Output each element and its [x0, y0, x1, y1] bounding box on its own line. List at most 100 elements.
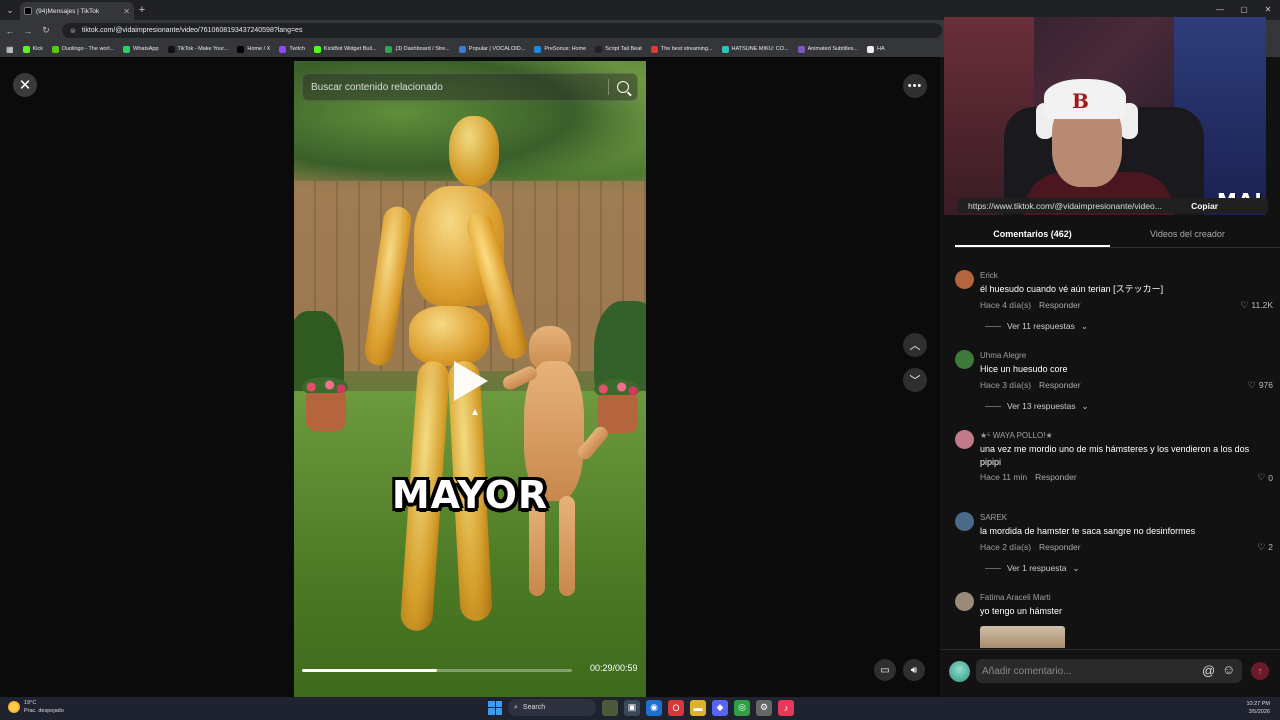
comment-avatar[interactable]: [955, 270, 974, 289]
task-view-icon[interactable]: [602, 699, 618, 716]
taskbar-apps: ⌕ Search ▣ ◉ O ▬ ◆ ◎ ⚙ ♪: [488, 699, 794, 716]
like-button[interactable]: ♡ 0: [1257, 472, 1273, 483]
apps-grid-icon[interactable]: ▦: [6, 45, 14, 54]
opera-icon[interactable]: O: [668, 699, 684, 716]
video-timecode: 00:29/00:59: [590, 663, 638, 673]
mention-icon[interactable]: @: [1202, 663, 1215, 678]
widgets-icon[interactable]: ▣: [624, 699, 640, 716]
like-button[interactable]: ♡ 976: [1248, 380, 1273, 391]
emoji-icon[interactable]: ☺: [1222, 662, 1235, 677]
bookmark-item[interactable]: KickBot Widget Buil...: [313, 45, 376, 53]
mouse-cursor-icon: ▲: [470, 407, 480, 418]
bookmark-item[interactable]: PreSonus: Home: [534, 45, 586, 53]
view-replies-button[interactable]: Ver 1 respuesta ⌄: [985, 563, 1080, 574]
start-button[interactable]: [488, 700, 502, 715]
bookmark-label: HATSUNE MIKU: CO...: [731, 46, 789, 52]
forward-button[interactable]: →: [22, 26, 34, 36]
like-button[interactable]: ♡ 2: [1257, 542, 1273, 553]
edge-icon[interactable]: ◉: [646, 699, 662, 716]
comment-time: Hace 4 día(s): [980, 299, 1032, 310]
bookmark-item[interactable]: Twitch: [279, 45, 305, 53]
volume-button[interactable]: 🔊︎: [903, 659, 925, 681]
comment-author[interactable]: Erick: [980, 271, 998, 280]
video-player[interactable]: ▲ MAYOR Buscar contenido relacionado 00:…: [294, 61, 646, 697]
reply-button[interactable]: Responder: [1039, 542, 1081, 552]
site-info-icon[interactable]: ⊜: [70, 27, 76, 35]
like-button[interactable]: ♡ 11.2K: [1240, 300, 1273, 311]
copy-link-button[interactable]: Copiar: [1191, 201, 1268, 211]
omnibox[interactable]: ⊜ tiktok.com/@vidaimpresionante/video/76…: [62, 23, 942, 38]
comment-item: SAREK la mordida de hamster te saca sangr…: [955, 504, 1275, 584]
comment-item: Uhma Alegre Hice un huesudo core Hace 3 dí…: [955, 342, 1275, 422]
bookmark-item[interactable]: Script Tail Beat: [595, 45, 642, 53]
bookmark-item[interactable]: WhatsApp: [123, 45, 159, 53]
comment-text: yo tengo un hámster: [980, 606, 1063, 616]
bookmark-item[interactable]: Home / X: [237, 45, 270, 53]
bookmark-item[interactable]: HATSUNE MIKU: CO...: [721, 45, 789, 53]
bookmark-item[interactable]: Kick: [22, 45, 43, 53]
bookmark-item[interactable]: TikTok - Make Your...: [167, 45, 228, 53]
comment-text: la mordida de hamster te saca sangre no …: [980, 526, 1196, 536]
system-clock[interactable]: 10:27 PM 3/5/2026: [1246, 700, 1270, 716]
reply-button[interactable]: Responder: [1035, 472, 1077, 482]
bookmark-favicon-icon: [279, 45, 287, 53]
view-replies-button[interactable]: Ver 11 respuestas ⌄: [985, 321, 1088, 332]
comment-avatar[interactable]: [955, 592, 974, 611]
send-comment-button[interactable]: ↑: [1251, 662, 1269, 680]
video-progress-bar[interactable]: [302, 669, 572, 672]
comment-text: una vez me mordio uno de mis hámsteres y…: [980, 444, 1250, 467]
tab-creator-videos[interactable]: Videos del creador: [1110, 224, 1265, 247]
floating-player-button[interactable]: ▭: [874, 659, 896, 681]
like-count: 976: [1258, 380, 1273, 390]
video-pot-left: [306, 393, 346, 431]
new-tab-button[interactable]: +: [134, 4, 150, 16]
heart-icon: ♡: [1257, 541, 1266, 552]
comment-author[interactable]: SAREK: [980, 513, 1007, 522]
like-count: 11.2K: [1251, 300, 1273, 310]
bookmark-item[interactable]: Animated Subtitles...: [797, 45, 858, 53]
comment-author[interactable]: Uhma Alegre: [980, 351, 1026, 360]
bookmark-item[interactable]: (3) Dashboard / Stre...: [385, 45, 450, 53]
tab-search-button[interactable]: ⌄: [0, 0, 20, 20]
comment-avatar[interactable]: [955, 512, 974, 531]
reply-button[interactable]: Responder: [1039, 380, 1081, 390]
view-replies-button[interactable]: Ver 13 respuestas ⌄: [985, 401, 1089, 412]
tiktok-favicon-icon: [24, 7, 32, 15]
bookmark-item[interactable]: HA: [867, 45, 885, 53]
comment-avatar[interactable]: [955, 430, 974, 449]
weather-widget[interactable]: 19°C Prac. despejado: [8, 699, 64, 715]
more-options-button[interactable]: •••: [903, 74, 927, 98]
bookmark-item[interactable]: The best streaming...: [650, 45, 713, 53]
comment-author[interactable]: ★⁵ WAYA POLLO!★: [980, 431, 1053, 440]
back-button[interactable]: ←: [4, 26, 16, 36]
related-search-placeholder: Buscar contenido relacionado: [311, 81, 443, 93]
bookmark-item[interactable]: Duolingo - The worl...: [51, 45, 114, 53]
discord-icon[interactable]: ◆: [712, 699, 728, 716]
settings-gear-icon[interactable]: ⚙: [756, 699, 772, 716]
comment-author[interactable]: Fatima Araceli Marti: [980, 593, 1051, 602]
heart-icon: ♡: [1240, 299, 1249, 310]
view-replies-label: Ver 11 respuestas: [1007, 321, 1075, 331]
chrome-icon[interactable]: ◎: [734, 699, 750, 716]
comment-image-thumbnail[interactable]: [980, 626, 1065, 648]
tab-close-icon[interactable]: ✕: [123, 7, 130, 16]
browser-tab[interactable]: (94)Mensajes | TikTok ✕: [20, 2, 134, 20]
comment-meta: Hace 2 día(s) Responder: [980, 542, 1081, 552]
reload-button[interactable]: ↻: [40, 25, 52, 36]
related-search-box[interactable]: Buscar contenido relacionado: [302, 73, 638, 101]
taskbar-search[interactable]: ⌕ Search: [508, 699, 596, 716]
bookmark-favicon-icon: [123, 45, 131, 53]
tab-comments[interactable]: Comentarios (462): [955, 224, 1110, 247]
bookmark-item[interactable]: Popular | VOCALOID...: [458, 45, 525, 53]
music-app-icon[interactable]: ♪: [778, 699, 794, 716]
bookmark-label: Kick: [32, 46, 43, 52]
search-icon[interactable]: [617, 81, 629, 93]
previous-video-button[interactable]: ︿: [903, 333, 927, 357]
play-icon[interactable]: [454, 361, 488, 401]
comment-avatar[interactable]: [955, 350, 974, 369]
reply-button[interactable]: Responder: [1039, 300, 1081, 310]
file-explorer-icon[interactable]: ▬: [690, 699, 706, 716]
search-divider: [608, 79, 609, 95]
close-viewer-button[interactable]: ✕: [13, 73, 37, 97]
next-video-button[interactable]: ﹀: [903, 368, 927, 392]
